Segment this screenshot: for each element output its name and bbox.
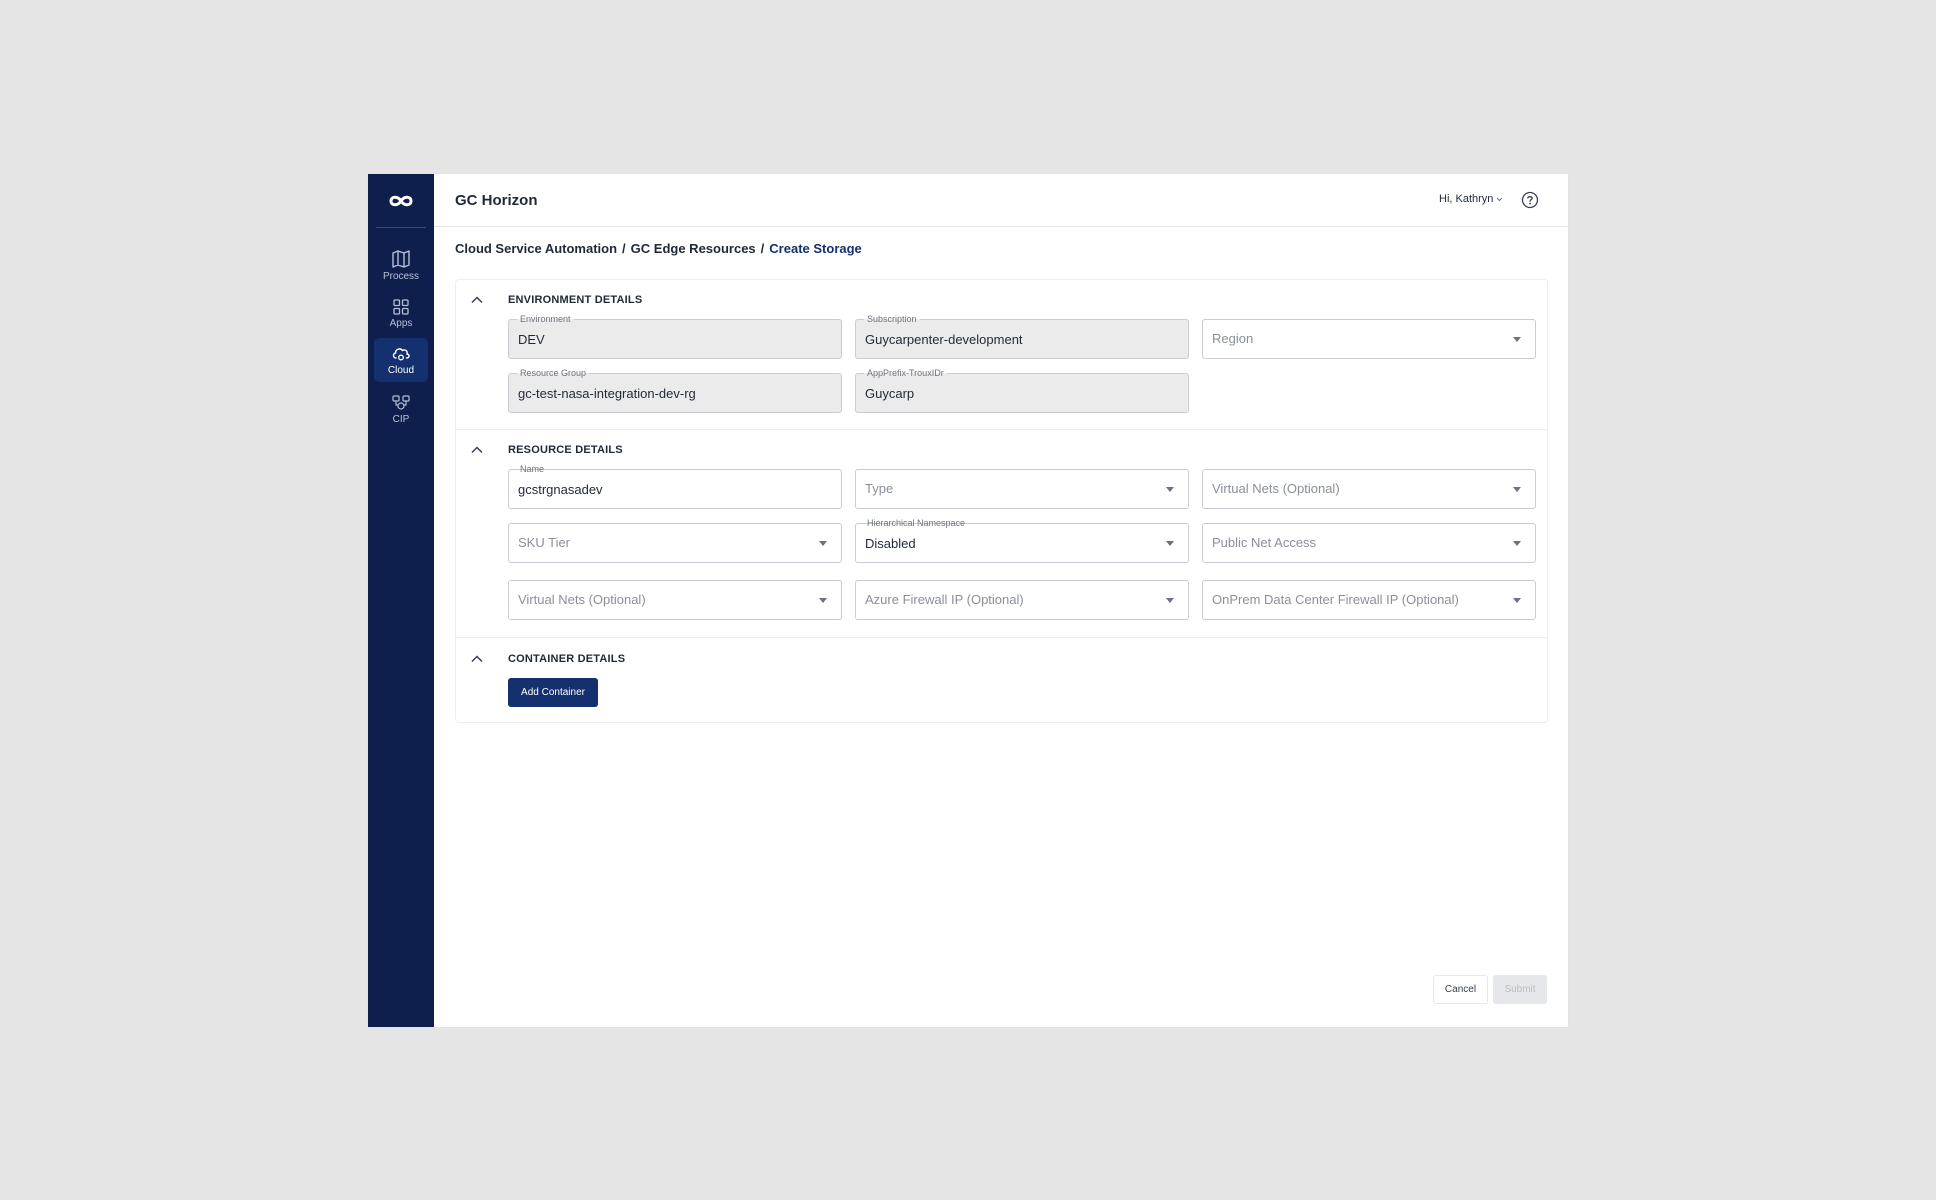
field-placeholder: OnPrem Data Center Firewall IP (Optional…: [1212, 592, 1459, 607]
region-select[interactable]: Region: [1202, 319, 1536, 359]
field-placeholder: Public Net Access: [1212, 535, 1317, 550]
collapse-container-icon[interactable]: [469, 651, 485, 667]
public-net-access-select[interactable]: Public Net Access: [1202, 523, 1536, 563]
azure-firewall-ip-select[interactable]: Azure Firewall IP (Optional): [855, 580, 1189, 620]
hierarchical-namespace-select[interactable]: Hierarchical Namespace Disabled: [855, 517, 1189, 563]
section-title-resource: RESOURCE DETAILS: [508, 444, 623, 456]
cloud-icon: [392, 347, 410, 360]
sidebar-item-cip[interactable]: CIP: [374, 387, 428, 431]
field-value: Guycarpenter-development: [865, 332, 1023, 347]
sku-tier-select[interactable]: SKU Tier: [508, 523, 842, 563]
app-window: Process Apps Cloud CIP GC Horizon Hi, Ka…: [368, 174, 1568, 1027]
add-container-button[interactable]: Add Container: [508, 678, 598, 707]
dropdown-arrow-icon: [1166, 541, 1174, 546]
collapse-environment-icon[interactable]: [469, 292, 485, 308]
sidebar-item-cloud[interactable]: Cloud: [374, 338, 428, 382]
storage-form-card: ENVIRONMENT DETAILS Environment DEV Subs…: [455, 279, 1548, 723]
field-label: Name: [517, 463, 548, 475]
sidebar-item-apps[interactable]: Apps: [374, 291, 428, 335]
virtual-nets-select[interactable]: Virtual Nets (Optional): [1202, 469, 1536, 509]
field-value: Disabled: [865, 536, 916, 551]
app-prefix-field: AppPrefix-TrouxIDr Guycarp: [855, 367, 1189, 413]
onprem-firewall-ip-select[interactable]: OnPrem Data Center Firewall IP (Optional…: [1202, 580, 1536, 620]
user-menu[interactable]: Hi, Kathryn: [1439, 193, 1503, 205]
field-placeholder: SKU Tier: [518, 535, 571, 550]
field-label: AppPrefix-TrouxIDr: [864, 367, 947, 379]
section-divider: [456, 429, 1547, 430]
sidebar-item-label: CIP: [392, 413, 410, 425]
dropdown-arrow-icon: [1513, 487, 1521, 492]
field-value: gcstrgnasadev: [518, 482, 603, 497]
dropdown-arrow-icon: [1166, 487, 1174, 492]
map-icon: [392, 249, 410, 268]
virtual-nets-select-2[interactable]: Virtual Nets (Optional): [508, 580, 842, 620]
logo[interactable]: [368, 174, 434, 227]
dropdown-arrow-icon: [819, 541, 827, 546]
field-value: Guycarp: [865, 386, 915, 401]
section-divider: [456, 637, 1547, 638]
sidebar-item-label: Process: [382, 270, 420, 282]
dropdown-arrow-icon: [1513, 541, 1521, 546]
sidebar-item-label: Cloud: [387, 364, 415, 376]
submit-button[interactable]: Submit: [1493, 975, 1547, 1004]
sidebar-item-process[interactable]: Process: [374, 243, 428, 287]
section-title-container: CONTAINER DETAILS: [508, 653, 626, 665]
user-greeting: Hi, Kathryn: [1439, 193, 1494, 205]
subscription-field: Subscription Guycarpenter-development: [855, 313, 1189, 359]
breadcrumb-item-cloud-service-automation[interactable]: Cloud Service Automation: [455, 241, 617, 256]
section-title-environment: ENVIRONMENT DETAILS: [508, 294, 643, 306]
field-placeholder: Virtual Nets (Optional): [518, 592, 646, 607]
sidebar: Process Apps Cloud CIP: [368, 174, 434, 1027]
breadcrumb-current: Create Storage: [769, 241, 862, 256]
cancel-button[interactable]: Cancel: [1433, 975, 1488, 1004]
app-title: GC Horizon: [455, 192, 538, 209]
breadcrumb-separator: /: [622, 241, 626, 256]
field-placeholder: Region: [1212, 331, 1254, 346]
dropdown-arrow-icon: [1166, 598, 1174, 603]
sidebar-divider: [376, 227, 426, 228]
dropdown-arrow-icon: [819, 598, 827, 603]
field-placeholder: Type: [865, 481, 894, 496]
breadcrumb-item-gc-edge-resources[interactable]: GC Edge Resources: [631, 241, 756, 256]
type-select[interactable]: Type: [855, 469, 1189, 509]
logo-icon: [389, 195, 413, 206]
breadcrumb-separator: /: [760, 241, 765, 256]
dropdown-arrow-icon: [1513, 598, 1521, 603]
breadcrumb: Cloud Service Automation / GC Edge Resourc…: [455, 241, 862, 256]
collapse-resource-icon[interactable]: [469, 442, 485, 458]
dropdown-arrow-icon: [1513, 337, 1521, 342]
resource-group-field: Resource Group gc-test-nasa-integration-…: [508, 367, 842, 413]
field-label: Hierarchical Namespace: [864, 517, 969, 529]
name-input[interactable]: Name gcstrgnasadev: [508, 463, 842, 509]
field-label: Subscription: [864, 313, 920, 325]
field-label: Resource Group: [517, 367, 590, 379]
chevron-down-icon: [1497, 197, 1503, 201]
top-bar: GC Horizon Hi, Kathryn: [434, 174, 1568, 227]
grid-icon: [393, 298, 409, 315]
field-label: Environment: [517, 313, 574, 325]
field-placeholder: Azure Firewall IP (Optional): [865, 592, 1024, 607]
field-placeholder: Virtual Nets (Optional): [1212, 481, 1340, 496]
cip-icon: [392, 394, 410, 410]
sidebar-item-label: Apps: [389, 317, 413, 329]
environment-field: Environment DEV: [508, 313, 842, 359]
field-value: gc-test-nasa-integration-dev-rg: [518, 386, 696, 401]
help-icon[interactable]: [1521, 191, 1539, 209]
field-value: DEV: [518, 332, 545, 347]
